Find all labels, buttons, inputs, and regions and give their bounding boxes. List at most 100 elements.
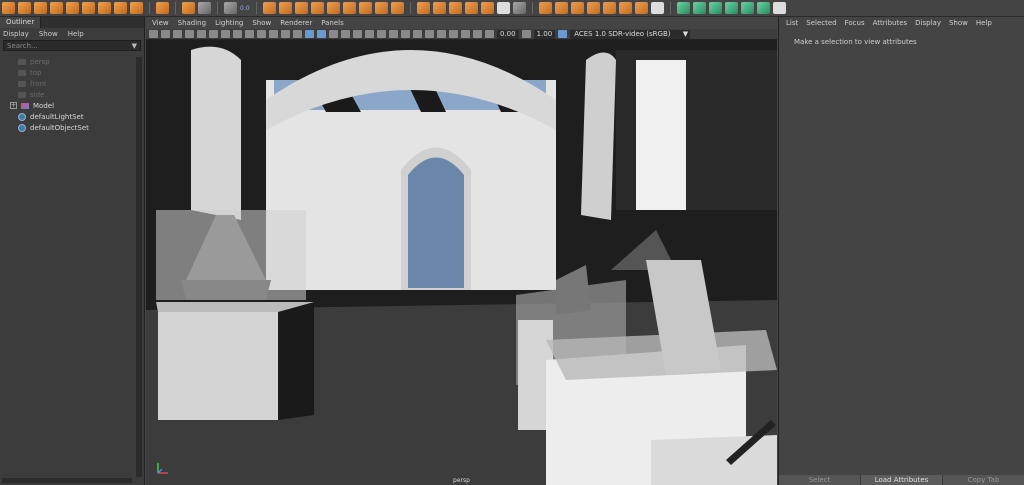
poly-torus-icon[interactable]	[66, 2, 79, 14]
relax-icon[interactable]	[724, 2, 738, 14]
attr-menu-help[interactable]: Help	[976, 19, 992, 27]
poly-cone-icon[interactable]	[50, 2, 63, 14]
sew-uv-icon[interactable]	[618, 2, 632, 14]
xray-components-icon[interactable]	[473, 30, 482, 38]
copy-tab-button[interactable]: Copy Tab	[943, 475, 1024, 485]
safe-action-icon[interactable]	[281, 30, 290, 38]
combine-icon[interactable]	[198, 2, 211, 14]
poly-plane-icon[interactable]	[82, 2, 95, 14]
poly-cube-icon[interactable]	[18, 2, 31, 14]
bridge-icon[interactable]	[278, 2, 292, 14]
wireframe-on-shaded-icon[interactable]	[341, 30, 350, 38]
multi-cut-icon[interactable]	[326, 2, 340, 14]
viewport-scene[interactable]	[146, 40, 777, 485]
attr-menu-attributes[interactable]: Attributes	[873, 19, 908, 27]
outliner-item-model[interactable]: + Model	[0, 100, 144, 111]
poly-platonic-icon[interactable]	[114, 2, 127, 14]
viewport-menu-panels[interactable]: Panels	[321, 19, 344, 27]
attr-menu-display[interactable]: Display	[915, 19, 941, 27]
exposure-field[interactable]: 0.00	[497, 29, 519, 39]
viewport-menu-lighting[interactable]: Lighting	[215, 19, 243, 27]
resolution-gate-icon[interactable]	[245, 30, 254, 38]
poly-prism-icon[interactable]	[156, 2, 169, 14]
select-button[interactable]: Select	[779, 475, 861, 485]
planar-map-icon[interactable]	[554, 2, 568, 14]
duplicate-face-icon[interactable]	[448, 2, 462, 14]
extrude-icon[interactable]	[310, 2, 324, 14]
wedge-icon[interactable]	[480, 2, 494, 14]
smooth-shade-icon[interactable]	[317, 30, 326, 38]
symmetry-icon[interactable]	[692, 2, 706, 14]
poly-disc-icon[interactable]	[98, 2, 111, 14]
target-weld-icon[interactable]	[342, 2, 356, 14]
outliner-search-input[interactable]: Search... ▼	[3, 40, 141, 51]
boolean-icon[interactable]	[358, 2, 372, 14]
bevel-icon[interactable]	[294, 2, 308, 14]
viewport-menu-shading[interactable]: Shading	[178, 19, 206, 27]
viewport-menu-show[interactable]: Show	[252, 19, 271, 27]
select-camera-icon[interactable]	[149, 30, 158, 38]
extract-icon[interactable]	[432, 2, 446, 14]
2d-pan-zoom-icon[interactable]	[197, 30, 206, 38]
field-chart-icon[interactable]	[269, 30, 278, 38]
layout-uv-icon[interactable]	[650, 2, 664, 14]
outliner-menu-show[interactable]: Show	[39, 30, 58, 38]
anti-aliasing-icon[interactable]	[413, 30, 422, 38]
image-plane-icon[interactable]	[185, 30, 194, 38]
outliner-item-top[interactable]: top	[0, 67, 144, 78]
camera-attributes-icon[interactable]	[161, 30, 170, 38]
uv-editor-icon[interactable]	[538, 2, 552, 14]
smooth-icon[interactable]	[262, 2, 276, 14]
depth-of-field-icon[interactable]	[425, 30, 434, 38]
poly-cylinder-icon[interactable]	[34, 2, 47, 14]
poly-pyramid-icon[interactable]	[130, 2, 143, 14]
grab-icon[interactable]	[740, 2, 754, 14]
grease-pencil-icon[interactable]	[209, 30, 218, 38]
viewport-menu-view[interactable]: View	[152, 19, 169, 27]
outliner-item-front[interactable]: front	[0, 78, 144, 89]
load-attributes-button[interactable]: Load Attributes	[861, 475, 943, 485]
outliner-item-defaultobjectset[interactable]: defaultObjectSet	[0, 122, 144, 133]
use-all-lights-icon[interactable]	[365, 30, 374, 38]
default-material-icon[interactable]	[329, 30, 338, 38]
isolate-select-icon[interactable]	[437, 30, 446, 38]
motion-blur-icon[interactable]	[401, 30, 410, 38]
cut-uv-icon[interactable]	[602, 2, 616, 14]
attr-menu-focus[interactable]: Focus	[845, 19, 865, 27]
exposure-icon[interactable]	[485, 30, 494, 38]
outliner-horizontal-scrollbar[interactable]	[2, 478, 132, 483]
viewport-menu-renderer[interactable]: Renderer	[280, 19, 312, 27]
xray-joints-icon[interactable]	[461, 30, 470, 38]
offset-edge-icon[interactable]	[512, 2, 526, 14]
camera-map-icon[interactable]	[586, 2, 600, 14]
fill-hole-icon[interactable]	[390, 2, 404, 14]
outliner-menu-help[interactable]: Help	[68, 30, 84, 38]
safe-title-icon[interactable]	[293, 30, 302, 38]
outliner-item-persp[interactable]: persp	[0, 56, 144, 67]
sculpt-icon[interactable]	[708, 2, 722, 14]
attr-menu-list[interactable]: List	[786, 19, 798, 27]
sweep-mesh-icon[interactable]	[182, 2, 195, 14]
gate-mask-icon[interactable]	[257, 30, 266, 38]
unfold-icon[interactable]	[634, 2, 648, 14]
outliner-item-defaultlightset[interactable]: defaultLightSet	[0, 111, 144, 122]
xray-icon[interactable]	[449, 30, 458, 38]
color-management-icon[interactable]	[558, 30, 568, 38]
expand-plus-icon[interactable]: +	[10, 102, 17, 109]
chevron-down-icon[interactable]: ▼	[132, 42, 137, 50]
ambient-occlusion-icon[interactable]	[389, 30, 398, 38]
gamma-icon[interactable]	[521, 30, 531, 38]
outliner-vertical-scrollbar[interactable]	[136, 57, 142, 477]
separate-icon[interactable]	[224, 2, 237, 14]
auto-map-icon[interactable]	[570, 2, 584, 14]
grid-icon[interactable]	[221, 30, 230, 38]
film-gate-icon[interactable]	[233, 30, 242, 38]
soft-select-icon[interactable]	[676, 2, 690, 14]
shadows-icon[interactable]	[377, 30, 386, 38]
attr-menu-show[interactable]: Show	[949, 19, 968, 27]
insert-edge-loop-icon[interactable]	[496, 2, 510, 14]
bookmarks-icon[interactable]	[173, 30, 182, 38]
poly-sphere-icon[interactable]	[2, 2, 15, 14]
freeze-icon[interactable]	[772, 2, 786, 14]
wireframe-icon[interactable]	[305, 30, 314, 38]
